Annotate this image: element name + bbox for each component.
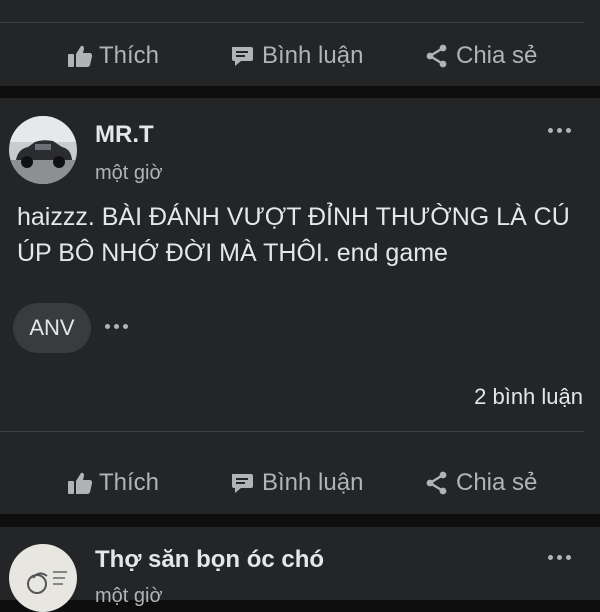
more-dots-icon[interactable] [548,128,571,133]
share-button[interactable]: Chia sẻ [424,453,537,513]
share-button[interactable]: Chia sẻ [424,26,537,86]
share-label: Chia sẻ [456,42,538,69]
post-time[interactable]: một giờ [95,585,163,608]
like-label: Thích [99,42,160,69]
action-bar: Thích Bình luận Chia sẻ [0,453,600,513]
comment-icon [230,471,256,495]
comment-button[interactable]: Bình luận [230,26,363,86]
thumbs-up-icon [67,471,93,495]
next-post-card: Thợ săn bọn óc chó một giờ [0,527,600,612]
share-icon [424,470,450,496]
comment-icon [230,44,256,68]
like-label: Thích [99,469,160,496]
divider [0,22,584,23]
comment-label: Bình luận [262,469,364,496]
share-icon [424,43,450,69]
post-card: MR.T một giờ haizzz. BÀI ĐÁNH VƯỢT ĐỈNH … [0,98,600,514]
thumbs-up-icon [67,44,93,68]
avatar[interactable] [9,544,77,612]
action-bar: Thích Bình luận Chia sẻ [0,26,600,86]
divider [0,431,584,432]
reaction-chip[interactable]: ANV [13,303,91,353]
comment-button[interactable]: Bình luận [230,453,363,513]
chip-more-dots-icon[interactable] [105,324,128,329]
post-author[interactable]: MR.T [95,121,154,149]
like-button[interactable]: Thích [67,453,159,513]
more-dots-icon[interactable] [548,555,571,560]
post-text: haizzz. BÀI ĐÁNH VƯỢT ĐỈNH THƯỜNG LÀ CÚ … [17,203,570,267]
comment-count[interactable]: 2 bình luận [474,384,583,410]
comment-label: Bình luận [262,42,364,69]
avatar[interactable] [9,116,77,184]
share-label: Chia sẻ [456,469,538,496]
like-button[interactable]: Thích [67,26,159,86]
previous-post-card: Thích Bình luận Chia sẻ [0,0,600,86]
post-time[interactable]: một giờ [95,162,163,185]
post-author[interactable]: Thợ săn bọn óc chó [95,546,324,574]
